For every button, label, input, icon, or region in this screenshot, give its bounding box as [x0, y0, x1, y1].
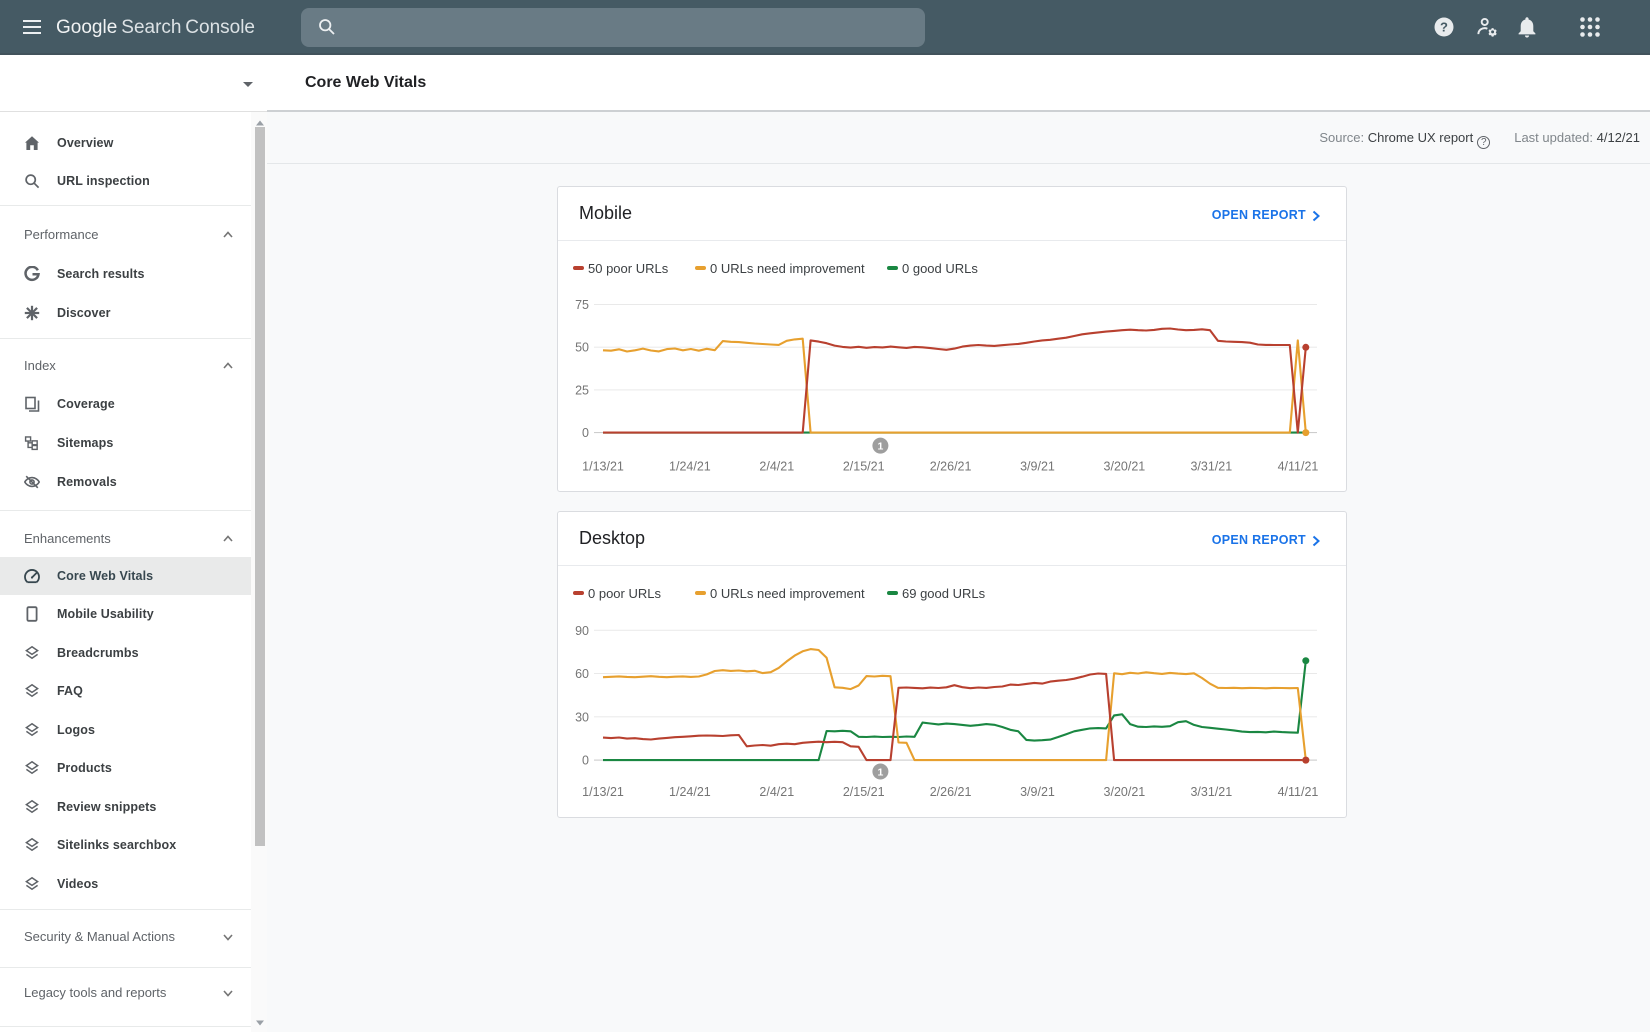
svg-text:60: 60 [575, 667, 589, 681]
svg-text:3/20/21: 3/20/21 [1104, 460, 1146, 474]
svg-text:1/24/21: 1/24/21 [669, 460, 711, 474]
svg-text:4/11/21: 4/11/21 [1278, 460, 1319, 474]
svg-text:50: 50 [575, 341, 589, 355]
svg-text:2/4/21: 2/4/21 [759, 785, 794, 799]
svg-text:3/9/21: 3/9/21 [1020, 460, 1055, 474]
svg-text:4/11/21: 4/11/21 [1278, 785, 1319, 799]
svg-text:2/26/21: 2/26/21 [930, 785, 972, 799]
svg-text:25: 25 [575, 383, 589, 397]
svg-text:1: 1 [877, 440, 883, 452]
svg-text:2/4/21: 2/4/21 [759, 460, 794, 474]
svg-text:90: 90 [575, 623, 589, 637]
svg-text:2/26/21: 2/26/21 [930, 460, 972, 474]
svg-text:0: 0 [582, 426, 589, 440]
svg-text:75: 75 [575, 298, 589, 312]
svg-text:1/13/21: 1/13/21 [582, 785, 624, 799]
svg-text:3/9/21: 3/9/21 [1020, 785, 1055, 799]
svg-text:3/31/21: 3/31/21 [1190, 785, 1232, 799]
svg-text:2/15/21: 2/15/21 [843, 785, 885, 799]
svg-text:?: ? [1440, 20, 1448, 35]
svg-text:30: 30 [575, 710, 589, 724]
svg-text:0: 0 [582, 753, 589, 767]
svg-text:1/13/21: 1/13/21 [582, 460, 624, 474]
svg-text:3/20/21: 3/20/21 [1104, 785, 1146, 799]
svg-text:2/15/21: 2/15/21 [843, 460, 885, 474]
svg-text:1: 1 [877, 766, 883, 778]
svg-text:3/31/21: 3/31/21 [1190, 460, 1232, 474]
svg-text:1/24/21: 1/24/21 [669, 785, 711, 799]
